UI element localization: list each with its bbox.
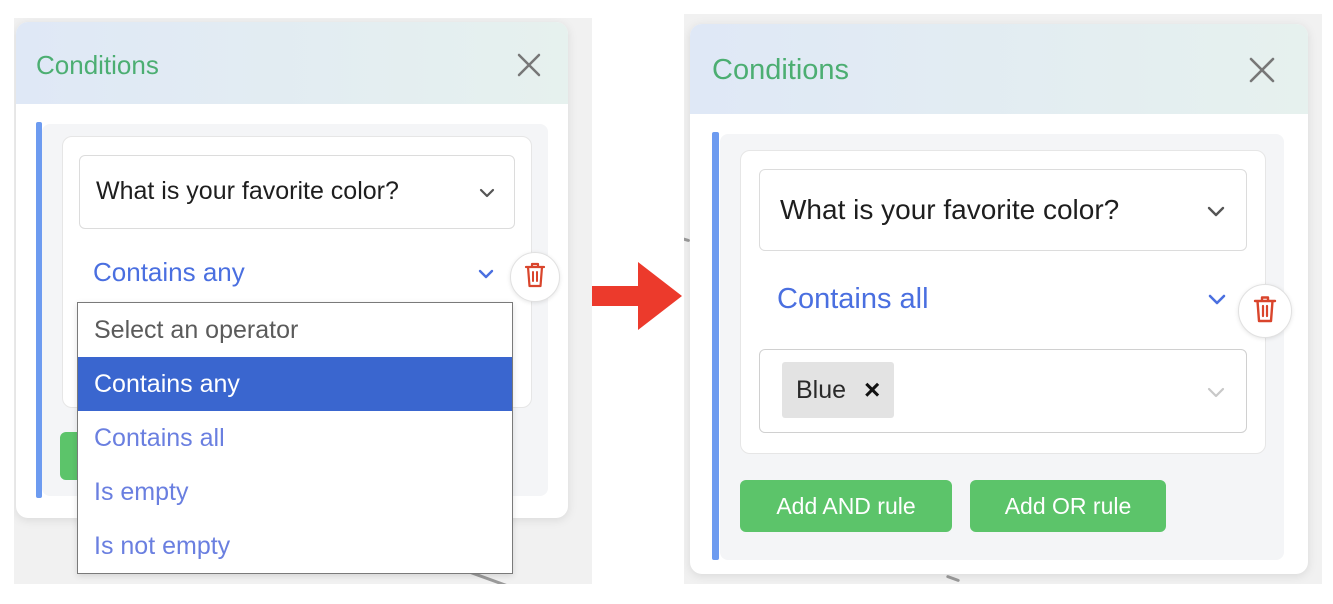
rule-group-indicator [712,132,719,560]
dialog-title: Conditions [36,50,159,80]
dialog-header: Conditions [690,24,1308,114]
dropdown-option-contains-all[interactable]: Contains all [78,411,512,465]
operator-dropdown: Select an operator Contains any Contains… [77,302,513,574]
dropdown-option-placeholder[interactable]: Select an operator [78,303,512,357]
question-select[interactable]: What is your favorite color? [79,155,515,229]
chevron-down-icon[interactable] [477,267,495,285]
delete-rule-button[interactable] [510,252,560,302]
chevron-down-icon [1206,205,1226,223]
tag-label: Blue [796,375,847,404]
dialog-title: Conditions [712,54,850,86]
rule-group-indicator [36,122,42,498]
operator-select-value[interactable]: Contains any [93,257,245,288]
question-select[interactable]: What is your favorite color? [759,169,1247,251]
delete-rule-button[interactable] [1238,284,1292,338]
conditions-dialog: Conditions What is your favorite color? … [690,24,1308,574]
trash-icon [1253,295,1277,328]
before-screenshot: Conditions What is your favorite color? … [14,18,592,584]
add-or-rule-button[interactable]: Add OR rule [970,480,1166,532]
canvas-connector [945,574,961,583]
close-icon[interactable] [516,52,542,78]
after-screenshot: Conditions What is your favorite color? … [684,14,1322,584]
value-multiselect[interactable]: Blue × [759,349,1247,433]
dropdown-option-contains-any[interactable]: Contains any [78,357,512,411]
close-icon[interactable] [1248,56,1276,84]
chevron-down-icon [478,186,496,204]
dropdown-option-is-not-empty[interactable]: Is not empty [78,519,512,573]
operator-select-value[interactable]: Contains all [777,283,929,316]
selected-tag: Blue × [782,362,895,418]
arrow-right-icon [592,258,684,334]
chevron-down-icon[interactable] [1207,293,1227,311]
dropdown-option-is-empty[interactable]: Is empty [78,465,512,519]
question-select-value: What is your favorite color? [96,177,399,205]
question-select-value: What is your favorite color? [780,194,1120,225]
tag-remove-icon[interactable]: × [864,376,880,404]
dialog-header: Conditions [16,22,568,104]
rule-card: What is your favorite color? Contains al… [740,150,1266,454]
trash-icon [524,262,546,293]
add-and-rule-button[interactable]: Add AND rule [740,480,952,532]
chevron-down-icon[interactable] [1206,386,1226,404]
